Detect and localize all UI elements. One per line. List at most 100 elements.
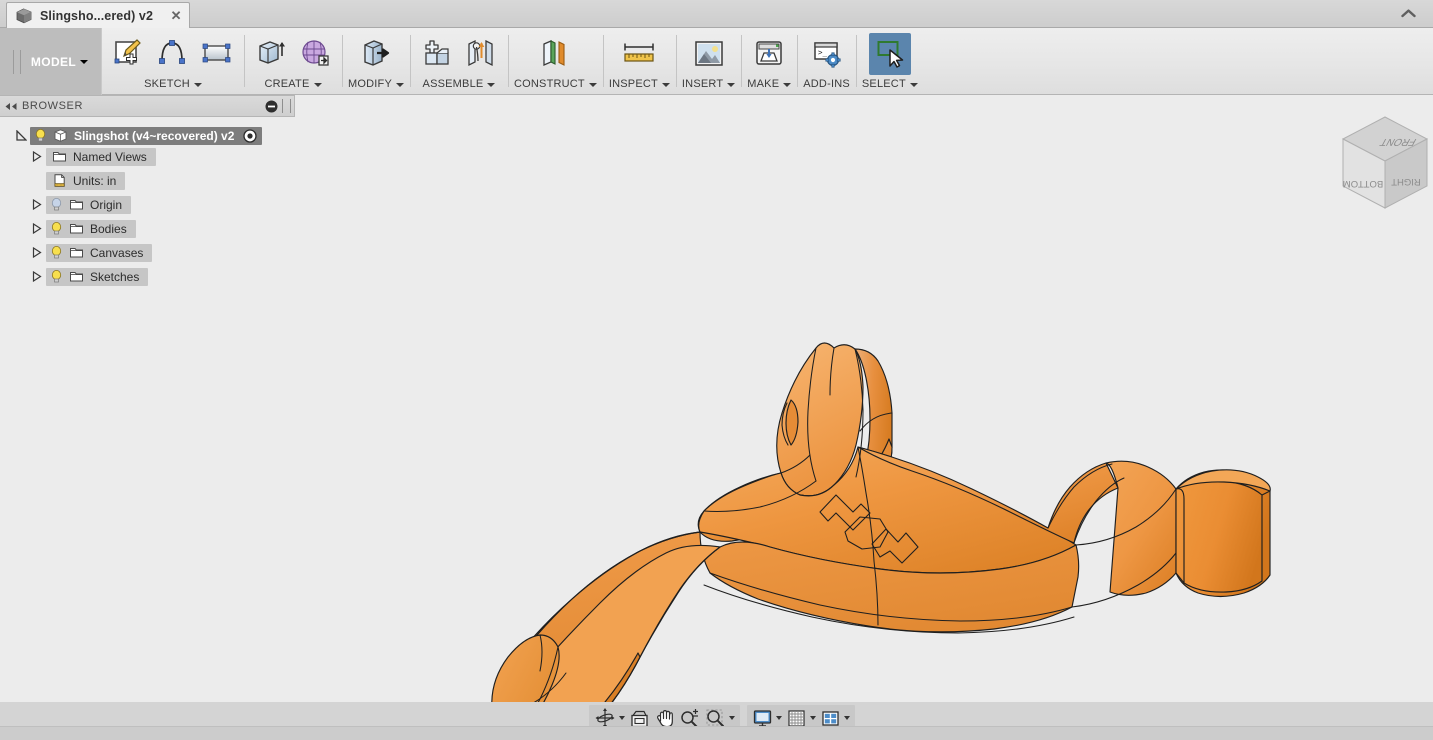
chevron-down-icon[interactable] <box>844 716 850 720</box>
panel-label-make[interactable]: MAKE <box>747 79 791 90</box>
panel-grip[interactable] <box>282 99 291 113</box>
tree-item-label: Slingshot (v4~recovered) v2 <box>68 129 236 143</box>
panel-label-text: CONSTRUCT <box>514 79 585 90</box>
panel-label-inspect[interactable]: INSPECT <box>609 79 670 90</box>
viewcube-label-bottom[interactable]: BOTTOM <box>1343 178 1384 189</box>
tree-item-bodies[interactable]: Bodies <box>46 220 136 238</box>
chevron-up-icon[interactable] <box>1391 0 1425 27</box>
folder-icon <box>69 269 84 284</box>
tree-item-label: Origin <box>84 198 124 212</box>
tree-item-slingshot[interactable]: Slingshot (v4~recovered) v2 <box>30 127 262 145</box>
double-left-arrow-icon[interactable] <box>0 102 22 111</box>
browser-tree: Slingshot (v4~recovered) v2 <box>0 117 300 286</box>
tree-twisty-collapsed[interactable] <box>28 151 46 162</box>
chevron-down-icon <box>194 83 202 87</box>
panel-label-insert[interactable]: INSERT <box>682 79 735 90</box>
chevron-down-icon <box>396 83 404 87</box>
fusion360-window: Slingsho...ered) v2 ✕ MODEL <box>0 0 1433 740</box>
tree-item-sketches[interactable]: Sketches <box>46 268 148 286</box>
chevron-down-icon[interactable] <box>619 716 625 720</box>
svg-text:>_: >_ <box>818 48 828 57</box>
press-pull-icon[interactable] <box>355 33 397 75</box>
tree-item-label: Bodies <box>84 222 129 236</box>
workspace-label: MODEL <box>31 55 76 69</box>
joint-icon[interactable] <box>460 33 502 75</box>
offset-plane-icon[interactable] <box>534 33 576 75</box>
tree-twisty-collapsed[interactable] <box>28 223 46 234</box>
viewcube-label-right[interactable]: RIGHT <box>1391 176 1421 187</box>
create-sketch-icon[interactable] <box>108 33 150 75</box>
document-tab-title: Slingsho...ered) v2 <box>40 9 153 23</box>
chevron-down-icon <box>727 83 735 87</box>
bulb-icon-on[interactable] <box>33 128 48 143</box>
tree-item-named-views[interactable]: Named Views <box>46 148 156 166</box>
rectangle-icon[interactable] <box>196 33 238 75</box>
toolbar-grip <box>13 50 21 74</box>
panel-label-sketch[interactable]: SKETCH <box>144 79 202 90</box>
panel-label-text: SKETCH <box>144 79 190 90</box>
tree-item-label: Sketches <box>84 270 141 284</box>
chevron-down-icon[interactable] <box>776 716 782 720</box>
panel-label-add-ins[interactable]: ADD-INS <box>803 79 850 90</box>
chevron-down-icon <box>662 83 670 87</box>
document-tab[interactable]: Slingsho...ered) v2 ✕ <box>6 2 190 28</box>
viewcube-label-front[interactable]: FRONT <box>1378 136 1419 147</box>
ribbon-toolbar: MODEL <box>0 28 1433 95</box>
insert-image-icon[interactable] <box>688 33 730 75</box>
chevron-down-icon[interactable] <box>810 716 816 720</box>
viewport-canvas[interactable]: FRONT BOTTOM RIGHT <box>300 95 1433 702</box>
panel-label-text: ASSEMBLE <box>423 79 484 90</box>
bulb-icon-on[interactable] <box>49 269 64 284</box>
panel-label-select[interactable]: SELECT <box>862 79 918 90</box>
panel-assemble: ASSEMBLE <box>410 28 508 95</box>
chevron-down-icon <box>589 83 597 87</box>
panel-label-assemble[interactable]: ASSEMBLE <box>423 79 496 90</box>
tree-twisty-collapsed[interactable] <box>28 271 46 282</box>
browser-header: BROWSER <box>0 95 295 117</box>
select-window-icon[interactable] <box>869 33 911 75</box>
bulb-icon-on[interactable] <box>49 245 64 260</box>
radio-selected-icon[interactable] <box>242 128 258 144</box>
folder-icon <box>69 245 84 260</box>
close-icon[interactable]: ✕ <box>167 7 185 25</box>
panel-sketch: SKETCH <box>102 28 244 95</box>
tree-item-label: Named Views <box>67 150 149 164</box>
chevron-down-icon <box>910 83 918 87</box>
panel-modify: MODIFY <box>342 28 410 95</box>
status-strip <box>0 726 1433 740</box>
measure-icon[interactable] <box>618 33 660 75</box>
panel-label-create[interactable]: CREATE <box>264 79 321 90</box>
3d-print-icon[interactable] <box>748 33 790 75</box>
units-document-icon <box>52 173 67 188</box>
tree-row: Canvases <box>0 243 300 262</box>
browser-title: BROWSER <box>22 100 262 112</box>
tree-row: Units: in <box>0 171 300 190</box>
tree-item-units[interactable]: Units: in <box>46 172 125 190</box>
new-component-icon[interactable] <box>416 33 458 75</box>
tree-item-origin[interactable]: Origin <box>46 196 131 214</box>
folder-icon <box>52 149 67 164</box>
panel-label-construct[interactable]: CONSTRUCT <box>514 79 597 90</box>
create-form-icon[interactable] <box>294 33 336 75</box>
minus-circle-icon[interactable] <box>262 97 280 115</box>
chevron-down-icon <box>487 83 495 87</box>
tree-item-canvases[interactable]: Canvases <box>46 244 152 262</box>
panel-label-modify[interactable]: MODIFY <box>348 79 404 90</box>
folder-icon <box>69 197 84 212</box>
bulb-icon-off[interactable] <box>49 197 64 212</box>
view-cube[interactable]: FRONT BOTTOM RIGHT <box>1343 117 1427 208</box>
extrude-icon[interactable] <box>250 33 292 75</box>
panel-add-ins: >_ ADD-INS <box>797 28 856 95</box>
tree-row: Named Views <box>0 147 300 166</box>
spline-icon[interactable] <box>152 33 194 75</box>
tree-twisty-expanded[interactable] <box>12 130 30 141</box>
tree-twisty-collapsed[interactable] <box>28 247 46 258</box>
workspace-selector-model[interactable]: MODEL <box>0 28 102 95</box>
tree-twisty-collapsed[interactable] <box>28 199 46 210</box>
panel-label-text: INSERT <box>682 79 723 90</box>
bulb-icon-on[interactable] <box>49 221 64 236</box>
scripts-addins-icon[interactable]: >_ <box>806 33 848 75</box>
chevron-down-icon[interactable] <box>729 716 735 720</box>
cube-icon <box>15 8 33 24</box>
panel-label-text: INSPECT <box>609 79 658 90</box>
